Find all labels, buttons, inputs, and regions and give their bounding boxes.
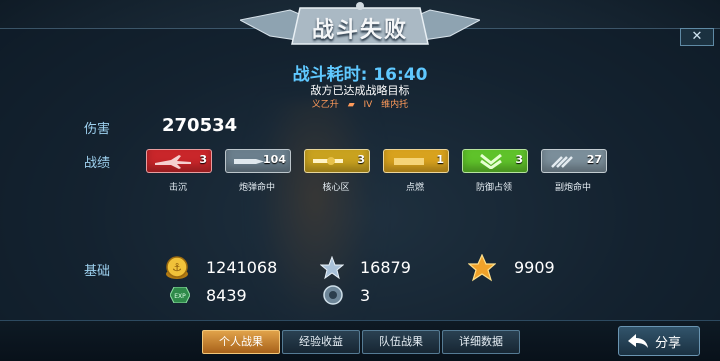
tab-team-results[interactable]: 队伍战果 [362, 330, 440, 354]
plane-icon [155, 155, 191, 169]
secondary-gun-icon [551, 156, 573, 168]
bottom-bar [0, 320, 720, 361]
close-button[interactable]: ✕ [680, 28, 714, 46]
battle-result-reason: 敌方已达成战略目标 [310, 84, 410, 97]
gold-star-value: 9909 [514, 258, 555, 277]
badge-count: 3 [357, 153, 365, 166]
tab-detailed-data[interactable]: 详细数据 [442, 330, 520, 354]
badge-label-sink: 击沉 [168, 183, 187, 193]
badge-count: 3 [515, 153, 523, 166]
coin-stack-icon: ⚓ [166, 256, 188, 279]
ship-info: 义乙升 ▰ IV 维内托 [0, 97, 720, 110]
badge-sink[interactable]: 3 [146, 149, 212, 173]
gold-star-icon [468, 254, 496, 282]
badge-label-defense: 防御占领 [475, 183, 512, 193]
badge-defense[interactable]: 3 [462, 149, 528, 173]
exp-icon: EXP [170, 287, 190, 303]
stars-value: 16879 [360, 258, 411, 277]
chevron-defense-icon [480, 153, 502, 169]
achievements-label: 战绩 [84, 156, 111, 171]
badge-label-secondary-hits: 副炮命中 [554, 183, 591, 193]
badge-fire[interactable]: 1 [383, 149, 449, 173]
base-label: 基础 [84, 264, 111, 279]
badge-count: 27 [586, 153, 602, 166]
svg-text:EXP: EXP [174, 293, 186, 300]
title-banner: 战斗失败 [240, 2, 480, 50]
share-button[interactable]: 分享 [618, 326, 700, 356]
badge-label-shell-hits: 炮弹命中 [238, 183, 275, 193]
ship-class-icon: ▰ [347, 100, 355, 110]
badge-count: 1 [436, 153, 444, 166]
badge-count: 104 [263, 153, 286, 166]
badge-label-citadel: 核心区 [322, 183, 350, 193]
page-title: 战斗失败 [311, 18, 408, 43]
badge-citadel[interactable]: 3 [304, 149, 370, 173]
ship-tier: IV [363, 100, 373, 110]
fire-icon [394, 158, 424, 165]
orb-icon [323, 285, 343, 305]
core-gun-icon [313, 157, 343, 165]
exp-value: 8439 [206, 286, 247, 305]
badge-secondary-hits[interactable]: 27 [541, 149, 607, 173]
share-label: 分享 [655, 336, 682, 351]
damage-label: 伤害 [84, 122, 111, 137]
orbs-value: 3 [360, 286, 371, 305]
ship-name-secondary: 维内托 [381, 100, 409, 110]
share-arrow-icon [628, 334, 648, 348]
tab-personal-results[interactable]: 个人战果 [202, 330, 280, 354]
damage-value: 270534 [162, 115, 238, 136]
badge-shell-hits[interactable]: 104 [225, 149, 291, 173]
badge-label-fire: 点燃 [405, 183, 424, 193]
badge-count: 3 [199, 153, 207, 166]
svg-text:⚓: ⚓ [172, 261, 182, 274]
tab-exp-earnings[interactable]: 经验收益 [282, 330, 360, 354]
ship-name: 义乙升 [311, 100, 339, 110]
silver-star-icon [320, 256, 344, 280]
coins-value: 1241068 [206, 258, 278, 277]
